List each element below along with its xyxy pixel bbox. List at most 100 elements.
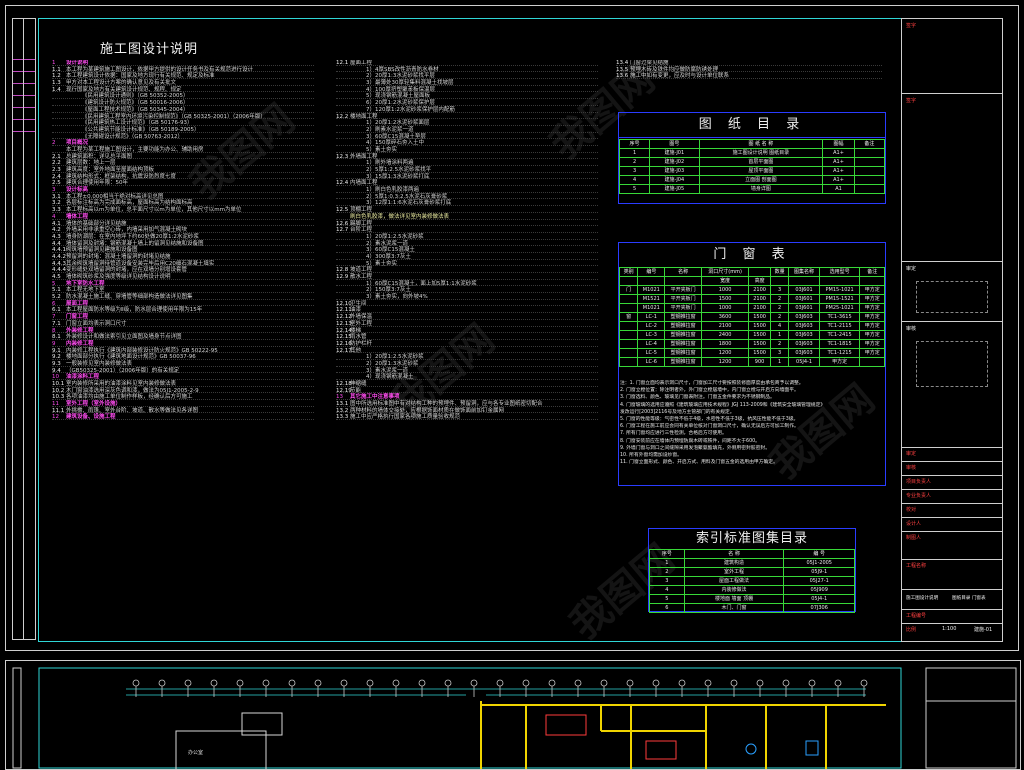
table-cell: 备注	[853, 139, 886, 149]
table-row: LC-6 塑钢推拉窗 1200 900 1 05J4-1 甲方定	[618, 357, 885, 367]
spec-line: 7.1 门窗立面均表示洞口尺寸	[52, 321, 314, 328]
spec-line: 4.4.2预留洞的封堵：混凝土墙留洞的封堵见结施	[52, 254, 314, 261]
table-cell: M1021	[637, 285, 666, 295]
spec-line: 4）150厚碎石夯入土中	[336, 140, 598, 147]
table-cell: 甲方定	[859, 312, 885, 322]
table-cell: 甲方定	[859, 294, 885, 304]
spec-line: 4）300厚3:7灰土	[336, 254, 598, 261]
spec-line-text: 2）5厚1:2.5水泥砂浆找平	[366, 167, 432, 173]
table-cell: 建施-J04	[649, 175, 700, 185]
table-cell: 窗	[618, 312, 639, 322]
spec-line-number: 12.7	[336, 227, 349, 234]
spec-line-text: 各项油漆均由施工单位制作样板，经确认后方可施工	[66, 394, 193, 401]
spec-line-text: 屋面工程	[66, 300, 89, 307]
spec-line-text: 《屋面工程技术规范》（GB 50345-2004）	[82, 106, 189, 113]
spec-line: 12.1 屋面工程	[336, 60, 598, 67]
tb-r12: 工程编号	[906, 613, 927, 619]
table-cell: 序号	[649, 549, 685, 559]
spec-line: 本工程为某工程施工图设计，主要功能为办公、辅助用房	[52, 147, 314, 154]
spec-line-number: 2	[52, 140, 56, 147]
table-cell: M1521	[637, 294, 666, 304]
note-line: 3. 门窗选料、颜色、玻璃见门窗表附注。门窗五金件要求为不锈钢制品。	[620, 395, 775, 401]
spec-line-text: 其它施工中注意事项	[350, 394, 400, 401]
table-cell	[618, 339, 639, 349]
spec-line-number: 13.6	[616, 73, 629, 80]
table-cell: 1500	[748, 330, 771, 340]
table-cell: 1	[618, 148, 651, 158]
spec-line-number: 1.4	[52, 86, 61, 93]
spec-line-text: 施工中如有变更，应及时与设计单位联系	[630, 73, 730, 80]
table-cell: 甲方定	[859, 348, 885, 358]
table-cell: 塑钢推拉窗	[664, 321, 702, 331]
table-cell: 屋面工程做法	[683, 576, 785, 586]
spec-line-number: 2.2	[52, 160, 61, 167]
spec-line-number: 12.10	[336, 300, 352, 307]
spec-line-text: 3）最薄处30厚轻集料混凝土找坡层	[366, 80, 454, 87]
axis-bubble	[158, 679, 166, 687]
spec-line-text: 建筑合理使用年限：50年	[66, 180, 128, 187]
table-cell: 平开夹板门	[664, 294, 702, 304]
table-cell: M1021	[637, 303, 666, 313]
spec-line: 12.11油漆	[336, 307, 598, 314]
note-line: 5. 门窗的性能等级：气密性不低于4级，水密性不低于3级，抗风压性能不低于3级。	[620, 416, 799, 422]
axis-bubble	[626, 679, 634, 687]
table-cell: 塑钢推拉窗	[664, 357, 702, 367]
table-cell: 03J601	[788, 294, 820, 304]
table-cell: 数量	[769, 267, 790, 277]
spec-line-text: 《无障碍设计规范》（GB 50763-2012）	[82, 133, 184, 140]
spec-line-text: 2）150厚3:7灰土	[366, 287, 411, 294]
floor-plan-sheet: 办公室	[5, 660, 1021, 770]
spec-line: 9 内装修工程	[52, 341, 314, 348]
axis-bubble	[392, 679, 400, 687]
table-cell	[664, 276, 702, 286]
spec-line-number: 12.3	[336, 153, 349, 160]
axis-bubble	[574, 679, 582, 687]
spec-line-text: 伸缩缝	[350, 381, 367, 387]
spec-line-number: 12.12	[336, 314, 352, 321]
axis-bubble	[288, 679, 296, 687]
spec-line-text: 《民用建筑热工设计规范》（GB 50176-93）	[82, 120, 193, 127]
table-cell: 建施-J05	[649, 184, 700, 194]
spec-line-number: 12.11	[336, 307, 352, 314]
spec-line-text: 现行国家及地方有关建筑设计规范、规程、规定	[66, 86, 182, 93]
table-row: 1 建施-J01 施工图设计说明 图纸目录 A1+	[618, 148, 886, 158]
spec-line: 13.1 图中所选用标准图中有对结构工种的预埋件、预留洞，应与各专业图纸密切配合	[336, 401, 598, 408]
spec-line: 2.5 建筑合理使用年限：50年	[52, 180, 314, 187]
table-cell: TC1-2115	[818, 321, 861, 331]
table-cell: 2	[618, 157, 651, 167]
spec-line-text: 预留洞的封堵：混凝土墙留洞的封堵见结施	[66, 253, 171, 260]
spec-line-text: 3）60厚C15混凝土	[366, 247, 415, 254]
table-cell	[618, 303, 639, 313]
table-cell: LC-6	[637, 357, 666, 367]
spec-line-text: 1）20厚1:2.5水泥砂浆	[366, 354, 424, 361]
table-cell: 2	[769, 303, 790, 313]
atlas-list-title: 索引标准图集目录	[649, 529, 855, 550]
table-row: LC-4 塑钢推拉窗 1800 1500 2 03J603 TC1-1815 甲方定	[618, 339, 885, 349]
tb-project: 施工图设计说明	[906, 596, 939, 601]
spec-line-text: 2）20厚1:3水泥砂浆找平层	[366, 73, 435, 80]
table-cell: 1000	[700, 303, 750, 313]
spec-line-text: 内装修工程	[66, 340, 94, 347]
table-cell: 05J9-1	[783, 567, 855, 577]
spec-line-text: 《民用建筑工程室内环境污染控制规范》（GB 50325-2001）（2006年版…	[82, 113, 266, 120]
spec-line-number: 12.18	[336, 381, 352, 387]
table-cell: 建施-J03	[649, 166, 700, 176]
table-cell: 2100	[748, 303, 771, 313]
table-cell: 备注	[859, 267, 885, 277]
tb-r13: 比例	[906, 627, 917, 633]
spec-line: 刷白色乳胶漆，做法详见室内装修做法表	[336, 214, 598, 221]
spec-line-text: 墙身防潮层：在室内地坪下约60处做20厚1:2水泥砂浆	[66, 233, 199, 240]
table-cell: 选用型号	[818, 267, 861, 277]
spec-line-text: 本工程为某建筑施工图设计，依据甲方提供的设计任务书及有关规范进行设计	[66, 66, 254, 73]
axis-bubble	[600, 679, 608, 687]
note-line: 6. 门窗工程在施工前应会同有关单位核对门窗洞口尺寸，确认无误后方可加工制作。	[620, 424, 799, 430]
spec-line: 6）20厚1:2水泥砂浆保护层	[336, 100, 598, 107]
table-cell: 名 称	[683, 549, 785, 559]
table-row: 1 建筑构造 05J1-2005	[649, 558, 855, 568]
spec-line: 5）素土夯实	[336, 147, 598, 154]
spec-line-text: 建筑结构形式：框架结构，抗震设防烈度七度	[66, 173, 177, 180]
spec-line: 4.4.4变形缝处双墙留洞的封堵，应在双墙分别增设套管	[52, 267, 314, 274]
spec-line-number: 10.3	[52, 394, 65, 401]
spec-line: 10.1 室内装修所采用的油漆涂料见室内装修做法表	[52, 381, 314, 388]
spec-line-number: 12.2	[336, 113, 349, 120]
